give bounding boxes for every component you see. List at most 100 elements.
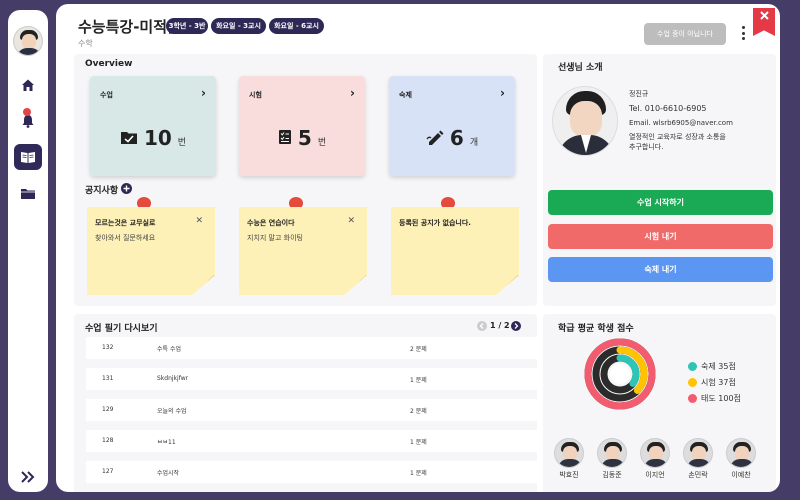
add-notice-icon[interactable]: [121, 183, 132, 194]
teacher-name: 정진규: [629, 90, 649, 98]
lesson-unit: 번: [177, 138, 187, 148]
student-item[interactable]: 이지언: [640, 438, 670, 480]
notice-text: 찾아와서 질문하세요: [95, 234, 156, 242]
row-name: 오늘의 수업: [157, 408, 187, 415]
notice-title: 등록된 공지가 없습니다.: [399, 219, 471, 227]
sidebar: [8, 10, 48, 492]
notifications-nav-button[interactable]: [14, 108, 42, 134]
folder-nav-button[interactable]: [14, 180, 42, 206]
row-name: ㅂㅂ11: [157, 439, 176, 446]
row-id: 131: [102, 375, 114, 382]
class-nav-button[interactable]: [14, 144, 42, 170]
notes-row[interactable]: 128 ㅂㅂ11 1 문제: [86, 430, 550, 452]
prev-page-icon[interactable]: [477, 321, 487, 331]
close-icon: [759, 11, 769, 20]
home-nav-button[interactable]: [14, 72, 42, 98]
next-page-icon[interactable]: [511, 321, 521, 331]
student-name: 이예찬: [731, 471, 751, 479]
exam-unit: 번: [317, 138, 327, 148]
legend-label: 숙제 35점: [701, 362, 736, 371]
double-chevron-right-icon: [21, 471, 35, 483]
row-count: 1 문제: [410, 470, 427, 477]
home-icon: [22, 79, 34, 91]
notices-title: 공지사항: [85, 186, 119, 196]
student-avatar: [554, 438, 584, 468]
homework-card[interactable]: 숙제 › 6 개: [389, 76, 515, 176]
folder-icon: [21, 188, 35, 199]
student-name: 손민락: [688, 471, 708, 479]
row-count: 1 문제: [410, 377, 427, 384]
book-icon: [21, 152, 35, 163]
notes-row[interactable]: 132 수특 수업 2 문제: [86, 337, 550, 359]
create-exam-button[interactable]: 시험 내기: [548, 224, 773, 249]
legend-dot: [688, 394, 697, 403]
row-count: 2 문제: [410, 408, 427, 415]
user-avatar[interactable]: [13, 26, 43, 56]
notes-list-title: 수업 필기 다시보기: [85, 324, 158, 334]
notes-row[interactable]: 129 오늘의 수업 2 문제: [86, 399, 550, 421]
delete-notice-icon[interactable]: ✕: [347, 216, 355, 226]
student-name: 이지언: [645, 471, 665, 479]
chevron-right-icon: ›: [201, 86, 206, 100]
teacher-email: Email. wlsrb6905@naver.com: [629, 119, 733, 127]
ring-center: [610, 364, 630, 384]
bell-icon: [22, 115, 34, 128]
student-item[interactable]: 손민락: [683, 438, 713, 480]
student-item[interactable]: 김동준: [597, 438, 627, 480]
class-status-button[interactable]: 수업 중이 아닙니다: [644, 23, 726, 45]
student-avatar: [683, 438, 713, 468]
row-count: 2 문제: [410, 346, 427, 353]
student-name: 김동준: [602, 471, 622, 479]
legend-dot: [688, 378, 697, 387]
teacher-tel: Tel. 010-6610-6905: [629, 104, 707, 113]
exam-card-label: 시험: [249, 91, 262, 99]
row-name: Skdnjkjfwr: [157, 375, 189, 382]
score-ring-chart: [584, 338, 656, 410]
row-id: 127: [102, 468, 114, 475]
row-name: 수특 수업: [157, 346, 181, 353]
notes-row[interactable]: 127 수업시작 1 문제: [86, 461, 550, 483]
more-options-icon[interactable]: [740, 26, 746, 40]
student-item[interactable]: 이예찬: [726, 438, 756, 480]
notice-title: 모르는것은 교무실로: [95, 219, 156, 227]
class-badge: 3학년 - 3반: [166, 18, 208, 34]
exam-card[interactable]: 시험 › 5 번: [239, 76, 365, 176]
notes-row[interactable]: 131 Skdnjkjfwr 1 문제: [86, 368, 550, 390]
legend-label: 시험 37점: [701, 378, 736, 387]
row-count: 1 문제: [410, 439, 427, 446]
course-subject: 수학: [78, 39, 93, 48]
student-name: 박효진: [559, 471, 579, 479]
start-class-button[interactable]: 수업 시작하기: [548, 190, 773, 215]
legend-attitude: 태도 100점: [688, 393, 741, 404]
expand-sidebar-button[interactable]: [14, 464, 42, 490]
homework-count: 6: [449, 126, 464, 150]
student-avatar: [640, 438, 670, 468]
student-item[interactable]: 박효진: [554, 438, 584, 480]
overview-title: Overview: [85, 59, 133, 69]
pencil-icon: [426, 130, 444, 145]
notice-text: 지치지 말고 화이팅: [247, 234, 303, 242]
lesson-card[interactable]: 수업 › 10 번: [90, 76, 216, 176]
assign-homework-button[interactable]: 숙제 내기: [548, 257, 773, 282]
row-name: 수업시작: [157, 470, 180, 477]
teacher-photo: [552, 86, 618, 156]
homework-unit: 개: [469, 138, 479, 148]
exam-count: 5: [297, 126, 312, 150]
schedule-badge-2: 화요일 - 6교시: [269, 18, 324, 34]
folder-check-icon: [120, 132, 137, 144]
row-id: 128: [102, 437, 114, 444]
teacher-section-title: 선생님 소개: [558, 63, 603, 73]
delete-notice-icon[interactable]: ✕: [195, 216, 203, 226]
legend-label: 태도 100점: [701, 394, 741, 403]
schedule-badge-1: 화요일 - 3교시: [211, 18, 266, 34]
close-button[interactable]: [753, 8, 775, 36]
notification-badge: [23, 108, 31, 116]
notice-title: 수능은 연습이다: [247, 219, 295, 227]
homework-card-label: 숙제: [399, 91, 412, 99]
lesson-count: 10: [143, 126, 172, 150]
score-title: 학급 평균 학생 점수: [558, 324, 634, 334]
legend-homework: 숙제 35점: [688, 361, 736, 372]
row-id: 132: [102, 344, 114, 351]
chevron-right-icon: ›: [500, 86, 505, 100]
teacher-bio-2: 추구합니다.: [629, 143, 664, 151]
